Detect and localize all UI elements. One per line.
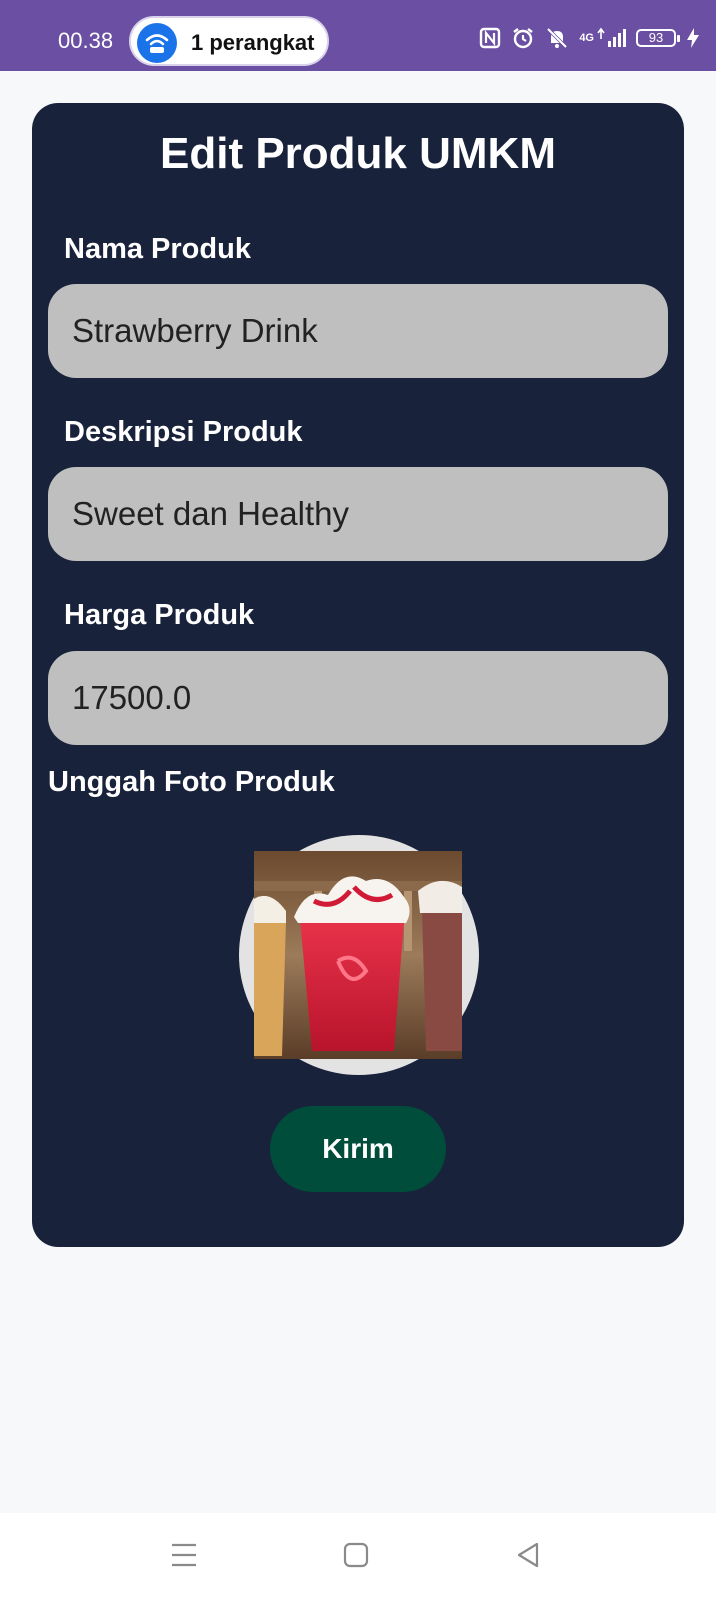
upload-photo-label: Unggah Foto Produk: [48, 766, 335, 798]
hotspot-chip[interactable]: 1 perangkat: [129, 16, 329, 66]
battery-icon: 93: [636, 29, 680, 47]
network-type: 4G: [579, 32, 594, 44]
product-photo[interactable]: [254, 851, 462, 1059]
alarm-icon: [511, 26, 535, 50]
status-icons: 4G 93: [479, 26, 700, 50]
navigation-bar: [0, 1513, 716, 1600]
product-price-input[interactable]: [48, 651, 668, 745]
product-name-label: Nama Produk: [64, 233, 251, 265]
charging-icon: [686, 27, 700, 49]
hotspot-icon: [137, 23, 177, 63]
nfc-icon: [479, 27, 501, 49]
signal-icon: 4G: [579, 27, 626, 49]
page-title: Edit Produk UMKM: [160, 129, 556, 178]
product-description-label: Deskripsi Produk: [64, 416, 303, 448]
hotspot-label: 1 perangkat: [191, 30, 315, 55]
back-icon[interactable]: [508, 1535, 548, 1575]
mute-icon: [545, 26, 569, 50]
home-icon[interactable]: [336, 1535, 376, 1575]
menu-icon[interactable]: [164, 1535, 204, 1575]
product-description-input[interactable]: [48, 467, 668, 561]
submit-button[interactable]: Kirim: [270, 1106, 446, 1192]
product-name-input[interactable]: [48, 284, 668, 378]
edit-product-card: Edit Produk UMKM Nama Produk Deskripsi P…: [32, 103, 684, 1247]
status-bar: 00.38 1 perangkat 4G 93: [0, 0, 716, 71]
status-time: 00.38: [58, 28, 114, 53]
product-price-label: Harga Produk: [64, 599, 255, 631]
